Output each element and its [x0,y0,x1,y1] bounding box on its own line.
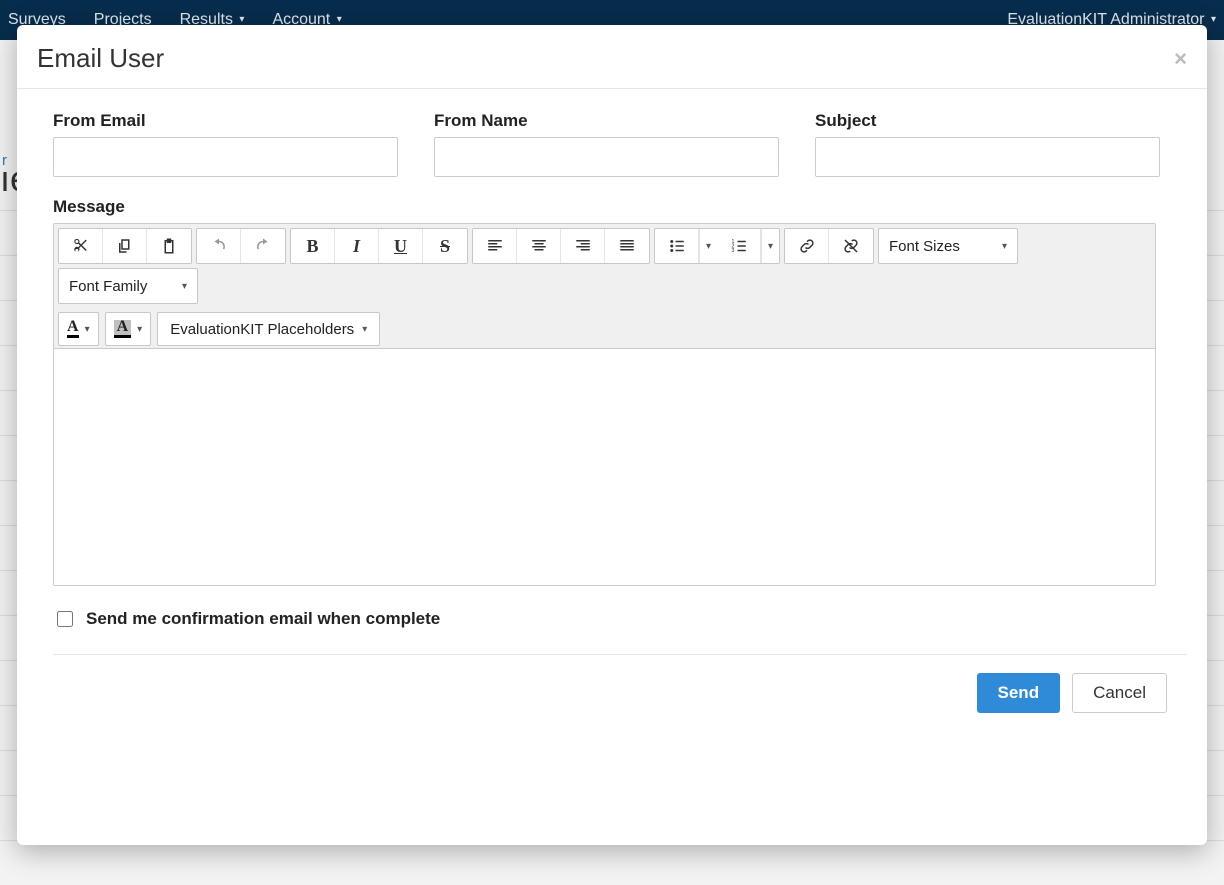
align-justify-icon [618,237,636,255]
paste-button[interactable] [147,229,191,263]
unlink-icon [842,237,860,255]
modal-header: Email User × [17,25,1207,89]
link-icon [798,237,816,255]
align-right-icon [574,237,592,255]
background-color-icon: A [114,320,132,338]
align-left-button[interactable] [473,229,517,263]
placeholders-label: EvaluationKIT Placeholders [170,321,354,338]
from-email-label: From Email [53,111,398,131]
align-right-button[interactable] [561,229,605,263]
rich-text-editor: B I U S [53,223,1156,586]
message-input[interactable] [54,349,1155,585]
from-name-label: From Name [434,111,779,131]
editor-toolbar: B I U S [54,224,1155,349]
font-family-select[interactable]: Font Family ▾ [58,268,198,304]
numbered-list-button[interactable]: 123 [717,229,761,263]
message-label: Message [53,197,1187,217]
italic-button[interactable]: I [335,229,379,263]
modal-body: From Email From Name Subject Message [17,89,1207,739]
svg-text:3: 3 [731,248,734,254]
chevron-down-icon: ▾ [182,281,187,292]
copy-button[interactable] [103,229,147,263]
underline-button[interactable]: U [379,229,423,263]
chevron-down-icon: ▾ [137,324,142,335]
strikethrough-button[interactable]: S [423,229,467,263]
bullet-list-button[interactable] [655,229,699,263]
subject-label: Subject [815,111,1160,131]
chevron-down-icon: ▾ [85,324,90,335]
modal-title: Email User [37,43,164,74]
numbered-list-dropdown[interactable]: ▾ [761,229,779,263]
chevron-down-icon: ▾ [1002,241,1007,252]
cancel-button[interactable]: Cancel [1072,673,1167,713]
from-email-input[interactable] [53,137,398,177]
placeholders-dropdown[interactable]: EvaluationKIT Placeholders ▾ [157,312,380,346]
align-center-icon [530,237,548,255]
bullet-list-icon [668,237,686,255]
subject-input[interactable] [815,137,1160,177]
send-button[interactable]: Send [977,673,1061,713]
undo-button[interactable] [197,229,241,263]
text-color-button[interactable]: A ▾ [58,312,99,346]
confirmation-checkbox[interactable] [57,611,73,627]
font-sizes-label: Font Sizes [889,238,960,255]
bold-icon: B [306,236,318,257]
scissors-icon [72,237,90,255]
email-user-modal: Email User × From Email From Name Subjec… [17,25,1207,845]
cut-button[interactable] [59,229,103,263]
bullet-list-dropdown[interactable]: ▾ [699,229,717,263]
numbered-list-icon: 123 [730,237,748,255]
remove-link-button[interactable] [829,229,873,263]
modal-footer: Send Cancel [53,654,1187,731]
undo-icon [210,237,228,255]
align-left-icon [486,237,504,255]
insert-link-button[interactable] [785,229,829,263]
close-icon[interactable]: × [1174,48,1187,70]
confirmation-label: Send me confirmation email when complete [86,609,440,629]
clipboard-icon [160,237,178,255]
redo-icon [254,237,272,255]
strikethrough-icon: S [440,236,450,257]
align-justify-button[interactable] [605,229,649,263]
align-center-button[interactable] [517,229,561,263]
background-color-button[interactable]: A ▾ [105,312,152,346]
font-sizes-select[interactable]: Font Sizes ▾ [878,228,1018,264]
redo-button[interactable] [241,229,285,263]
bold-button[interactable]: B [291,229,335,263]
copy-icon [116,237,134,255]
font-family-label: Font Family [69,278,147,295]
italic-icon: I [353,236,360,257]
underline-icon: U [394,236,407,257]
text-color-icon: A [67,320,79,338]
chevron-down-icon: ▾ [362,324,367,335]
from-name-input[interactable] [434,137,779,177]
